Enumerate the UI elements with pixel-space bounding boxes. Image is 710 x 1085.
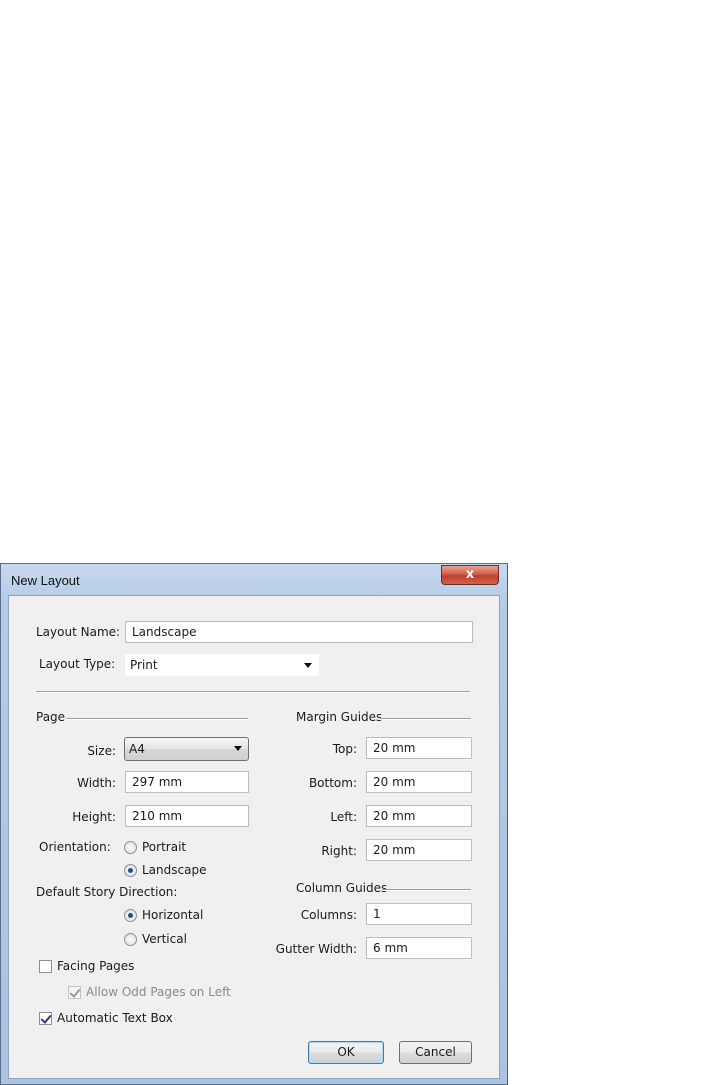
automatic-text-box-label: Automatic Text Box xyxy=(57,1011,173,1025)
ok-button[interactable]: OK xyxy=(308,1041,384,1064)
allow-odd-pages-label: Allow Odd Pages on Left xyxy=(86,985,231,999)
width-label: Width: xyxy=(77,776,116,790)
landscape-label: Landscape xyxy=(142,863,207,877)
cancel-button[interactable]: Cancel xyxy=(399,1041,472,1064)
horizontal-radio[interactable] xyxy=(124,909,137,922)
automatic-text-box-checkbox[interactable] xyxy=(39,1012,52,1025)
horizontal-label: Horizontal xyxy=(142,908,204,922)
height-input[interactable]: 210 mm xyxy=(125,805,249,827)
layout-name-label: Layout Name: xyxy=(36,625,121,639)
new-layout-dialog: New Layout x Layout Name: Landscape Layo… xyxy=(0,563,508,1085)
bottom-margin-input[interactable]: 20 mm xyxy=(366,771,472,793)
title-bar[interactable]: New Layout x xyxy=(1,564,507,596)
chevron-down-icon xyxy=(234,746,242,751)
right-margin-input[interactable]: 20 mm xyxy=(366,839,472,861)
columns-input[interactable]: 1 xyxy=(366,903,472,925)
vertical-radio[interactable] xyxy=(124,933,137,946)
dialog-title: New Layout xyxy=(11,573,80,588)
column-guides-line xyxy=(382,889,471,891)
margin-guides-label: Margin Guides xyxy=(296,710,383,724)
divider xyxy=(36,691,470,693)
column-guides-label: Column Guides xyxy=(296,881,388,895)
left-margin-input[interactable]: 20 mm xyxy=(366,805,472,827)
top-label: Top: xyxy=(332,742,357,756)
margin-guides-line xyxy=(380,718,471,720)
columns-label: Columns: xyxy=(300,908,357,922)
layout-name-input[interactable]: Landscape xyxy=(125,621,473,643)
chevron-down-icon xyxy=(304,663,312,668)
top-margin-input[interactable]: 20 mm xyxy=(366,737,472,759)
gutter-width-label: Gutter Width: xyxy=(275,942,357,956)
size-combo[interactable]: A4 xyxy=(124,737,249,761)
orientation-label: Orientation: xyxy=(39,840,111,854)
facing-pages-checkbox[interactable] xyxy=(39,960,52,973)
facing-pages-label: Facing Pages xyxy=(57,959,135,973)
layout-type-dropdown[interactable]: Print xyxy=(125,654,319,676)
landscape-radio[interactable] xyxy=(124,864,137,877)
close-icon: x xyxy=(465,567,475,582)
portrait-label: Portrait xyxy=(142,840,187,854)
layout-type-label: Layout Type: xyxy=(39,657,116,671)
page-section-line xyxy=(66,718,248,720)
dialog-body: Layout Name: Landscape Layout Type: Prin… xyxy=(8,595,500,1079)
allow-odd-pages-checkbox[interactable] xyxy=(68,986,81,999)
gutter-width-input[interactable]: 6 mm xyxy=(366,937,472,959)
width-input[interactable]: 297 mm xyxy=(125,771,249,793)
size-value: A4 xyxy=(129,742,145,756)
layout-type-value: Print xyxy=(130,658,158,672)
close-button[interactable]: x xyxy=(441,565,499,585)
left-label: Left: xyxy=(330,810,357,824)
right-label: Right: xyxy=(321,844,357,858)
vertical-label: Vertical xyxy=(142,932,187,946)
portrait-radio[interactable] xyxy=(124,841,137,854)
size-label: Size: xyxy=(87,744,116,758)
bottom-label: Bottom: xyxy=(308,776,357,790)
story-direction-label: Default Story Direction: xyxy=(36,885,178,899)
page-section-label: Page xyxy=(36,710,66,724)
height-label: Height: xyxy=(72,810,116,824)
